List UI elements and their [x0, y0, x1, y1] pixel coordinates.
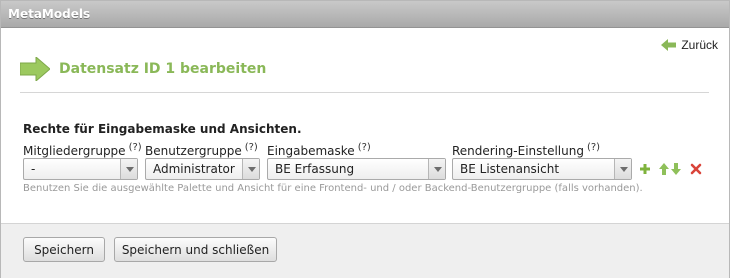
help-text: Benutzen Sie die ausgewählte Palette und…: [23, 183, 643, 194]
label-rendering-einstellung: Rendering-Einstellung (?): [452, 142, 600, 158]
label-mitgliedergruppe: Mitgliedergruppe (?): [23, 142, 142, 158]
back-link-label: Zurück: [681, 38, 718, 52]
select-value: BE Listenansicht: [460, 162, 560, 176]
back-link[interactable]: Zurück: [661, 38, 718, 52]
plus-icon[interactable]: [639, 162, 651, 176]
label-text: Eingabemaske: [267, 144, 355, 158]
chevron-down-icon: [614, 159, 631, 179]
mitgliedergruppe-select[interactable]: -: [23, 158, 138, 180]
help-icon[interactable]: (?): [245, 142, 258, 153]
save-button[interactable]: Speichern: [23, 237, 105, 262]
page-title: Datensatz ID 1 bearbeiten: [59, 61, 267, 77]
label-eingabemaske: Eingabemaske (?): [267, 142, 371, 158]
help-icon[interactable]: (?): [129, 142, 142, 153]
divider: [20, 92, 709, 93]
arrow-up-icon[interactable]: [658, 162, 670, 176]
label-text: Rendering-Einstellung: [452, 144, 584, 158]
help-icon[interactable]: (?): [587, 142, 600, 153]
metamodels-window: MetaModels Zurück Datensatz ID 1 bearbei…: [0, 0, 730, 278]
chevron-down-icon: [242, 159, 259, 179]
page-heading: Datensatz ID 1 bearbeiten: [20, 57, 266, 81]
section-title: Rechte für Eingabemaske und Ansichten.: [23, 122, 302, 136]
heading-arrow-icon: [20, 57, 50, 81]
rendering-einstellung-select[interactable]: BE Listenansicht: [452, 158, 632, 180]
select-value: -: [31, 162, 36, 176]
save-and-close-button[interactable]: Speichern und schließen: [114, 237, 277, 262]
delete-icon[interactable]: [690, 162, 702, 176]
help-icon[interactable]: (?): [358, 142, 371, 153]
arrow-down-icon[interactable]: [670, 162, 682, 176]
footer-bar: [1, 223, 729, 278]
chevron-down-icon: [120, 159, 137, 179]
back-arrow-icon: [661, 39, 677, 51]
label-benutzergruppe: Benutzergruppe (?): [145, 142, 258, 158]
chevron-down-icon: [428, 159, 445, 179]
app-title: MetaModels: [8, 7, 91, 21]
eingabemaske-select[interactable]: BE Erfassung: [267, 158, 446, 180]
select-value: BE Erfassung: [275, 162, 355, 176]
select-value: Administrator: [153, 162, 235, 176]
label-text: Benutzergruppe: [145, 144, 242, 158]
label-text: Mitgliedergruppe: [23, 144, 126, 158]
benutzergruppe-select[interactable]: Administrator: [145, 158, 260, 180]
title-bar: MetaModels: [1, 1, 729, 28]
